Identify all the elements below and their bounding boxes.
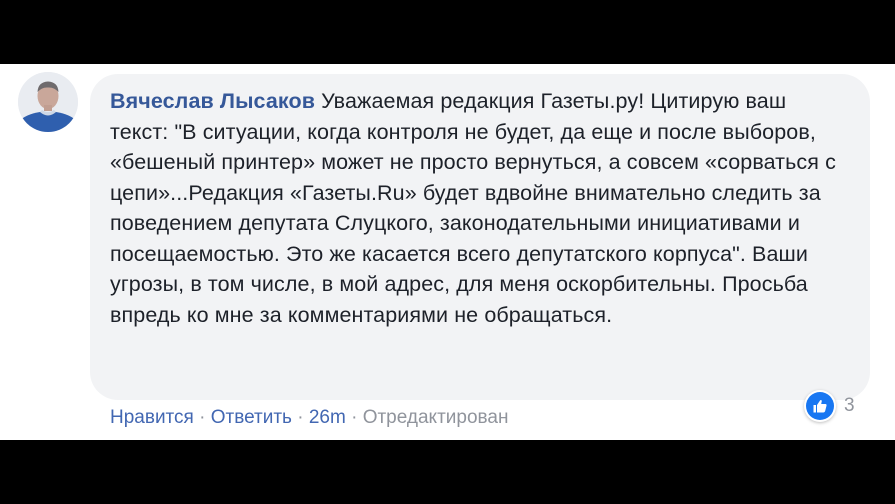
avatar-photo: [18, 72, 78, 132]
like-reaction-badge: [804, 390, 836, 422]
action-separator: ·: [193, 407, 211, 428]
like-icon: [806, 392, 834, 420]
edited-label[interactable]: Отредактирован: [363, 407, 509, 428]
like-button[interactable]: Нравится: [110, 407, 194, 428]
reaction-count: 3: [844, 395, 855, 416]
comment-text: Уважаемая редакция Газеты.ру! Цитирую ва…: [110, 89, 836, 327]
reply-button[interactable]: Ответить: [211, 407, 292, 428]
comment-actions: Нравится · Ответить · 26m · Отредактиров…: [110, 406, 508, 430]
action-separator: ·: [291, 407, 309, 428]
comment-timestamp[interactable]: 26m: [309, 407, 346, 428]
avatar[interactable]: [18, 72, 78, 132]
comment-author-link[interactable]: Вячеслав Лысаков: [110, 89, 315, 113]
comment-panel: Вячеслав Лысаков Уважаемая редакция Газе…: [0, 64, 895, 440]
comment-body: Вячеслав Лысаков Уважаемая редакция Газе…: [110, 86, 848, 330]
reactions-summary[interactable]: 3: [804, 389, 855, 423]
action-separator: ·: [345, 407, 363, 428]
comment-bubble: Вячеслав Лысаков Уважаемая редакция Газе…: [90, 74, 870, 400]
